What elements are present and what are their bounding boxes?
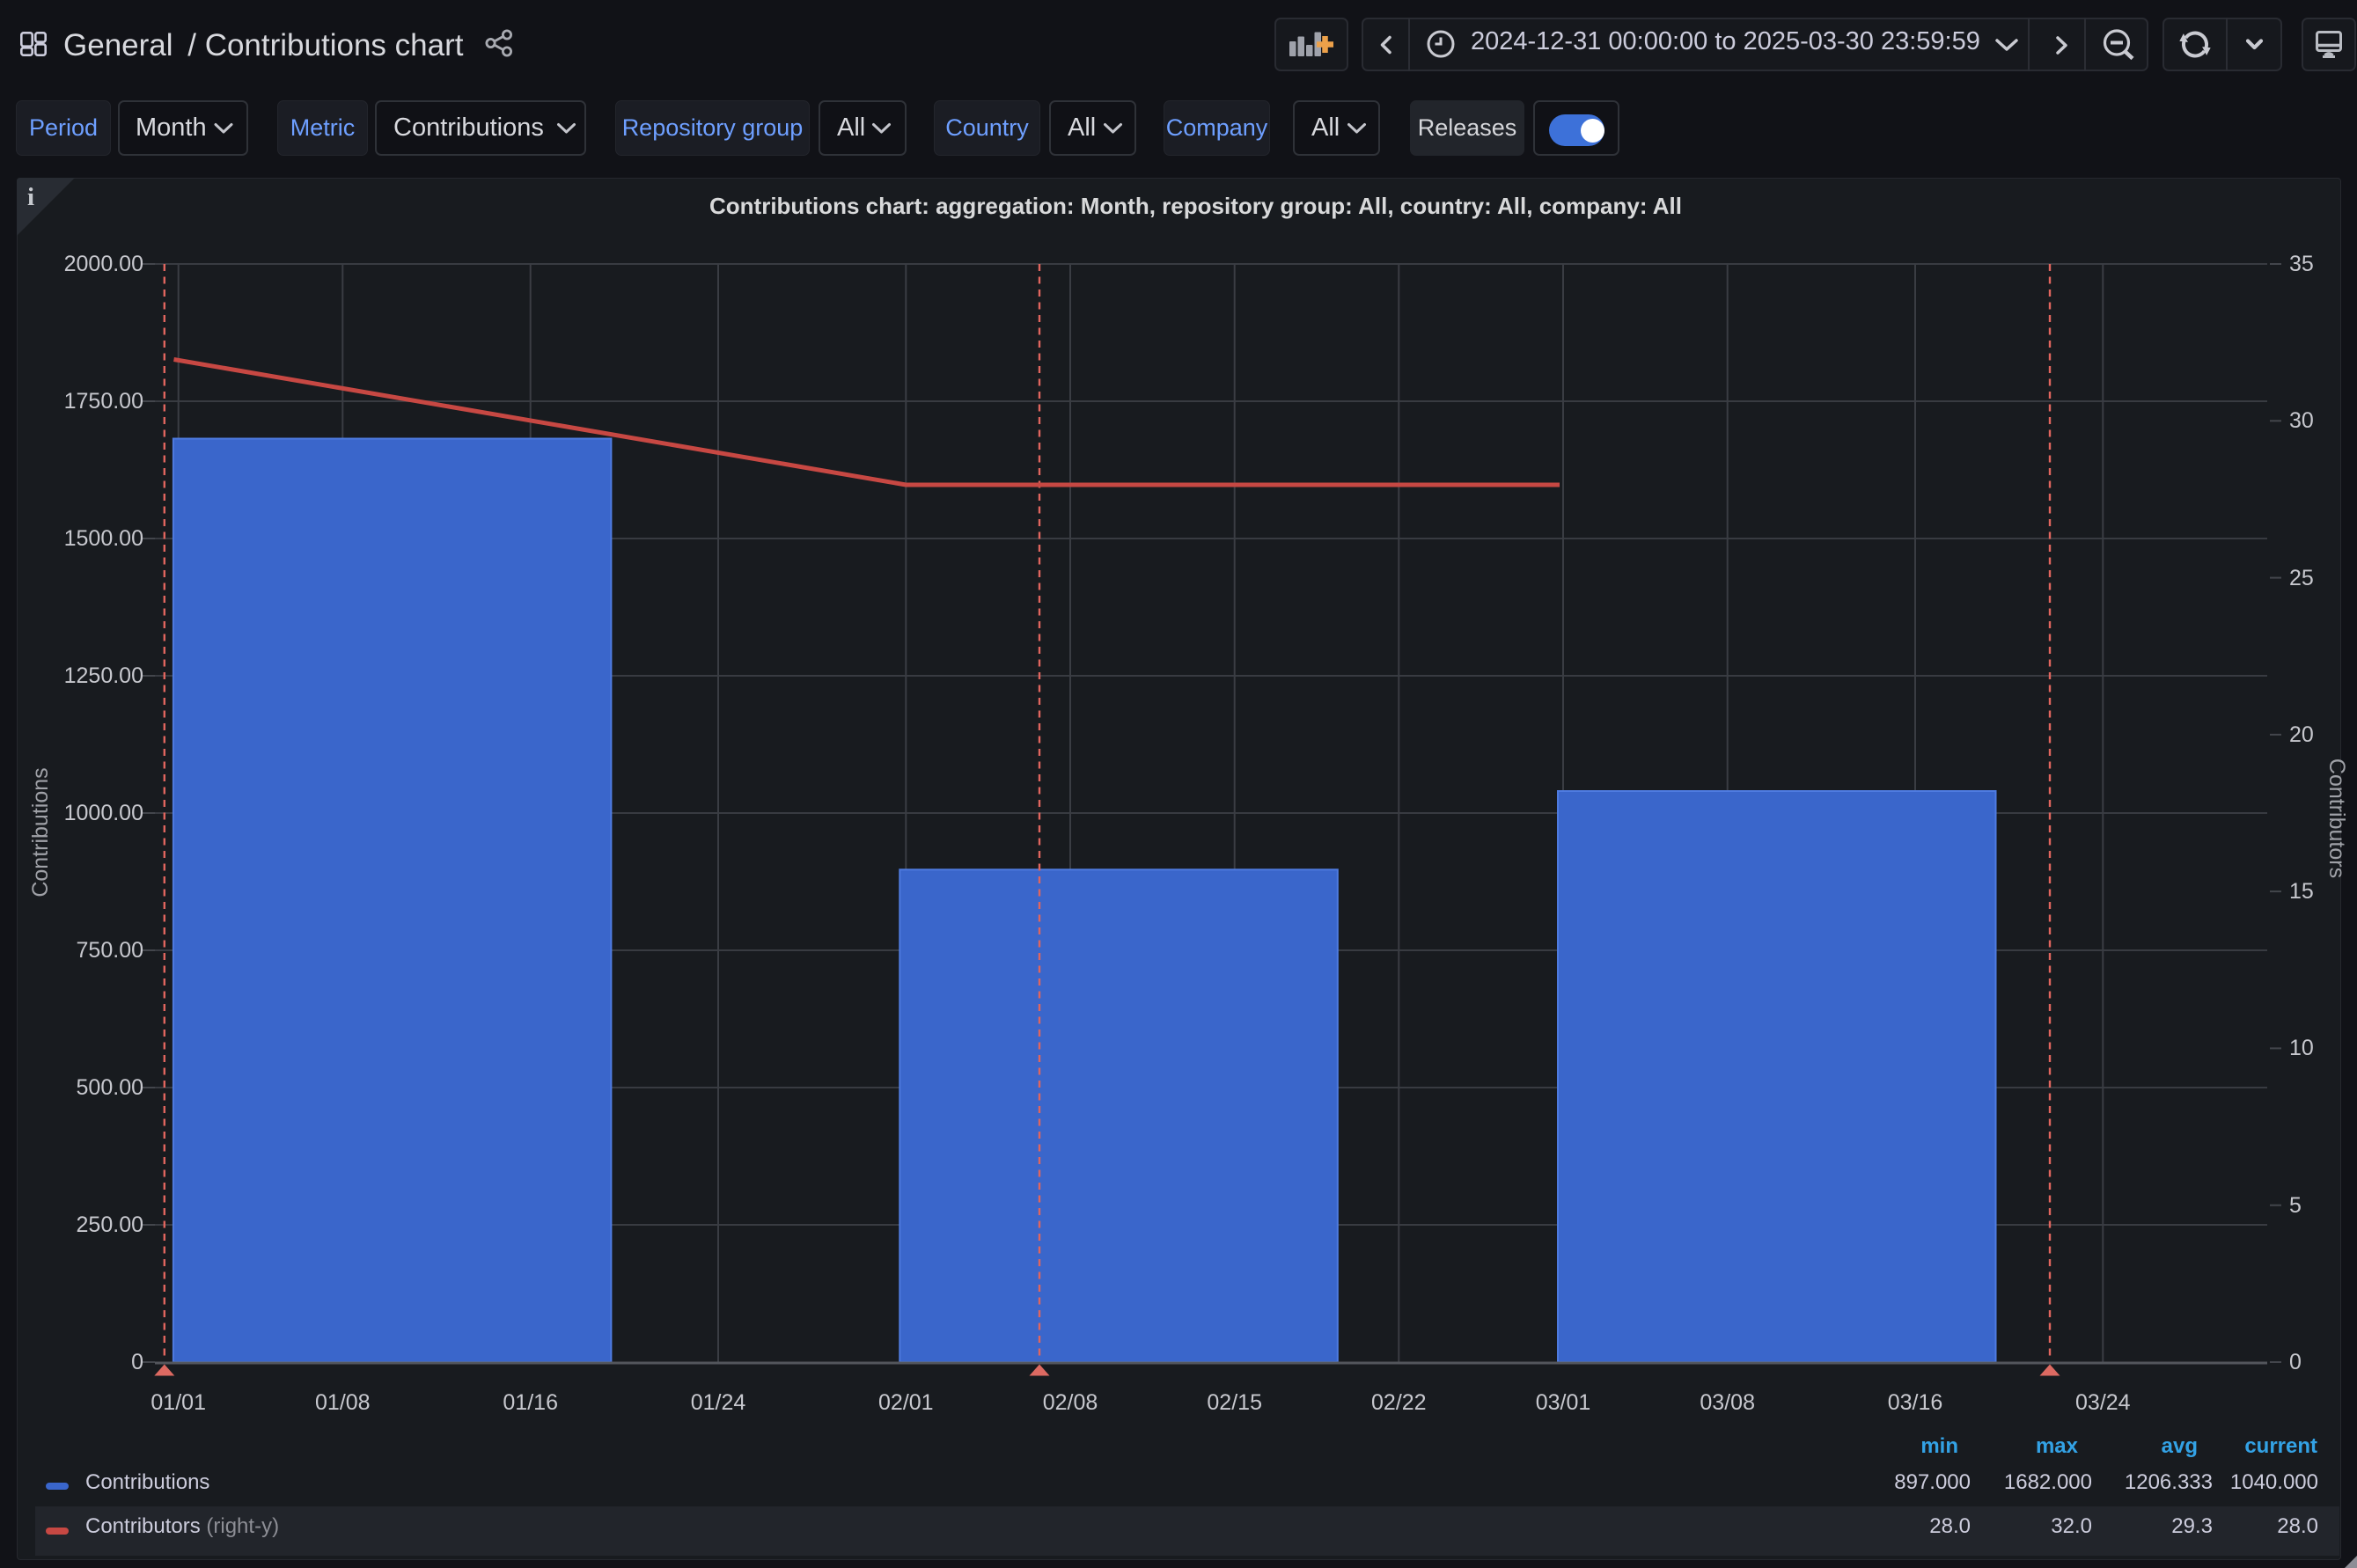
svg-text:02/22: 02/22 (1371, 1390, 1427, 1415)
svg-text:0: 0 (131, 1350, 143, 1374)
svg-text:5: 5 (2289, 1193, 2302, 1218)
svg-text:Contributions: Contributions (28, 767, 53, 897)
svg-text:01/01: 01/01 (151, 1390, 206, 1415)
svg-text:250.00: 250.00 (77, 1213, 143, 1237)
svg-text:03/01: 03/01 (1536, 1390, 1591, 1415)
svg-text:750.00: 750.00 (77, 938, 143, 963)
svg-text:02/15: 02/15 (1207, 1390, 1262, 1415)
svg-text:02/08: 02/08 (1043, 1390, 1098, 1415)
svg-text:01/16: 01/16 (503, 1390, 558, 1415)
svg-text:03/08: 03/08 (1700, 1390, 1755, 1415)
svg-text:03/24: 03/24 (2075, 1390, 2131, 1415)
svg-text:500.00: 500.00 (77, 1075, 143, 1100)
svg-text:0: 0 (2289, 1350, 2302, 1374)
svg-text:10: 10 (2289, 1036, 2314, 1060)
svg-text:02/01: 02/01 (878, 1390, 934, 1415)
svg-text:1500.00: 1500.00 (64, 526, 143, 551)
svg-text:Contributors: Contributors (2324, 758, 2349, 878)
svg-text:2000.00: 2000.00 (64, 252, 143, 276)
svg-text:35: 35 (2289, 252, 2314, 276)
svg-text:03/16: 03/16 (1888, 1390, 1943, 1415)
svg-text:15: 15 (2289, 879, 2314, 904)
svg-text:01/24: 01/24 (691, 1390, 746, 1415)
svg-text:01/08: 01/08 (315, 1390, 371, 1415)
svg-text:1750.00: 1750.00 (64, 389, 143, 414)
svg-text:1000.00: 1000.00 (64, 801, 143, 825)
svg-text:20: 20 (2289, 722, 2314, 747)
svg-text:25: 25 (2289, 566, 2314, 590)
svg-text:30: 30 (2289, 408, 2314, 433)
svg-text:1250.00: 1250.00 (64, 663, 143, 688)
